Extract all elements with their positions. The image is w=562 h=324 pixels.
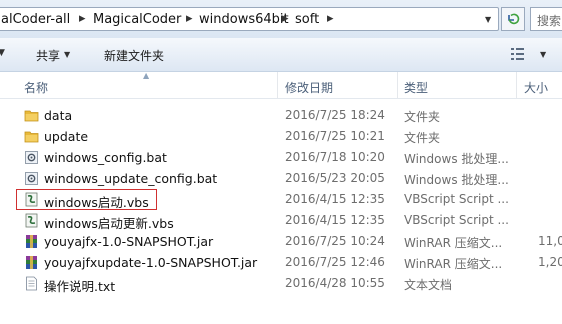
file-date: 2016/7/25 10:21 [285, 129, 385, 143]
breadcrumb-separator[interactable]: ▸ [327, 11, 334, 26]
file-type: 文件夹 [404, 131, 441, 145]
file-name[interactable]: windows启动更新.vbs [44, 213, 174, 232]
new-folder-button[interactable]: 新建文件夹 [104, 47, 164, 64]
file-row-instructions-txt[interactable]: 操作说明.txt 2016/4/28 10:55 文本文档 [0, 273, 562, 294]
file-row-windows-start-update-vbs[interactable]: windows启动更新.vbs 2016/4/15 12:35 VBScript… [0, 210, 562, 231]
breadcrumb-separator[interactable]: ▸ [79, 11, 86, 26]
file-row-windows-config-bat[interactable]: windows_config.bat 2016/7/18 10:20 Windo… [0, 147, 562, 168]
jar-file-icon [26, 235, 37, 248]
column-header-size[interactable]: 大小 [524, 79, 548, 96]
command-bar: ▼ 共享 ▼ 新建文件夹 ▼ [0, 38, 562, 72]
jar-file-icon [26, 256, 37, 269]
file-row-youyajfxupdate-jar[interactable]: youyajfxupdate-1.0-SNAPSHOT.jar 2016/7/2… [0, 252, 562, 273]
sort-ascending-icon: ▲ [143, 71, 150, 80]
file-name[interactable]: data [44, 108, 72, 123]
file-type: Windows 批处理... [404, 152, 509, 166]
file-type: VBScript Script ... [404, 213, 509, 227]
column-header-type[interactable]: 类型 [404, 79, 428, 96]
view-dropdown-icon[interactable]: ▼ [540, 50, 546, 59]
file-name[interactable]: youyajfxupdate-1.0-SNAPSHOT.jar [44, 255, 257, 270]
address-bar-area: alCoder-all ▸ MagicalCoder ▸ windows64bi… [0, 0, 562, 38]
file-row-windows-update-config-bat[interactable]: windows_update_config.bat 2016/5/23 20:0… [0, 168, 562, 189]
share-dropdown-icon[interactable]: ▼ [64, 50, 70, 59]
column-header-date[interactable]: 修改日期 [285, 79, 333, 96]
file-size: 11,09 [538, 234, 562, 248]
search-input[interactable]: 搜索 [530, 7, 562, 31]
organize-dropdown-icon[interactable]: ▼ [0, 48, 5, 58]
breadcrumb-alcoder-all[interactable]: alCoder-all [1, 12, 70, 27]
file-name[interactable]: 操作说明.txt [44, 276, 115, 295]
file-date: 2016/4/28 10:55 [285, 276, 385, 290]
file-name[interactable]: windows_update_config.bat [44, 171, 217, 186]
file-row-data[interactable]: data 2016/7/25 18:24 文件夹 [0, 105, 562, 126]
file-type: VBScript Script ... [404, 192, 509, 206]
breadcrumb-separator[interactable]: ▸ [186, 11, 193, 26]
breadcrumb-magicalcoder[interactable]: MagicalCoder [93, 12, 181, 27]
text-file-icon [26, 276, 37, 291]
bat-file-icon [25, 151, 38, 164]
vbs-file-icon [25, 213, 38, 228]
file-date: 2016/5/23 20:05 [285, 171, 385, 185]
column-divider[interactable] [516, 72, 517, 98]
change-view-icon[interactable] [510, 46, 530, 62]
refresh-button[interactable] [501, 7, 525, 31]
file-name[interactable]: update [44, 129, 88, 144]
column-divider[interactable] [277, 72, 278, 98]
address-dropdown-icon[interactable]: ▼ [485, 15, 491, 24]
column-header-name[interactable]: 名称 [24, 79, 48, 96]
file-type: 文本文档 [404, 278, 453, 292]
file-date: 2016/4/15 12:35 [285, 213, 385, 227]
breadcrumb-separator[interactable]: ▸ [282, 11, 289, 26]
refresh-icon [508, 13, 520, 25]
file-type: 文件夹 [404, 110, 441, 124]
file-size: 1,20 [538, 255, 562, 269]
annotation-highlight-box [16, 189, 157, 210]
folder-icon [24, 131, 39, 143]
breadcrumb-soft[interactable]: soft [295, 12, 319, 27]
folder-icon [24, 110, 39, 122]
file-type: WinRAR 压缩文... [404, 236, 503, 250]
search-placeholder: 搜索 [537, 14, 562, 28]
breadcrumb-windows64bit[interactable]: windows64bit [199, 12, 289, 27]
file-type: WinRAR 压缩文... [404, 257, 503, 271]
file-date: 2016/7/25 18:24 [285, 108, 385, 122]
file-name[interactable]: youyajfx-1.0-SNAPSHOT.jar [44, 234, 213, 249]
file-row-youyajfx-jar[interactable]: youyajfx-1.0-SNAPSHOT.jar 2016/7/25 10:2… [0, 231, 562, 252]
bat-file-icon [25, 172, 38, 185]
file-date: 2016/7/25 10:24 [285, 234, 385, 248]
share-button[interactable]: 共享 [36, 47, 60, 64]
address-bar[interactable]: alCoder-all ▸ MagicalCoder ▸ windows64bi… [0, 7, 499, 31]
file-name[interactable]: windows_config.bat [44, 150, 167, 165]
column-divider[interactable] [397, 72, 398, 98]
file-date: 2016/7/18 10:20 [285, 150, 385, 164]
column-header-row: ▲ 名称 修改日期 类型 大小 [0, 71, 562, 99]
file-date: 2016/7/25 12:46 [285, 255, 385, 269]
file-row-update[interactable]: update 2016/7/25 10:21 文件夹 [0, 126, 562, 147]
file-date: 2016/4/15 12:35 [285, 192, 385, 206]
file-type: Windows 批处理... [404, 173, 509, 187]
